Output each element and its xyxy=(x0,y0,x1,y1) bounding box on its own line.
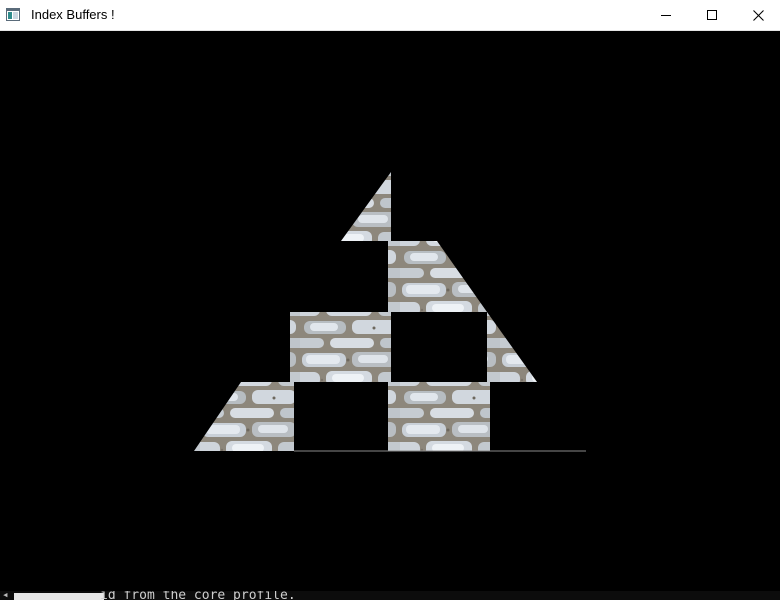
console-glyph-icon: ◂ xyxy=(2,591,9,600)
console-scrollbar[interactable] xyxy=(14,593,104,600)
app-window: Index Buffers ! ◂ id from the core profi… xyxy=(0,0,780,600)
maximize-button[interactable] xyxy=(689,0,735,30)
textured-tile-middle-left xyxy=(290,312,391,382)
render-viewport[interactable] xyxy=(0,31,780,591)
textured-triangle-top xyxy=(341,172,391,241)
window-title: Index Buffers ! xyxy=(31,7,115,22)
textured-tile-lower-left xyxy=(194,382,294,451)
close-icon xyxy=(752,9,764,21)
minimize-button[interactable] xyxy=(643,0,689,30)
console-window-strip: ◂ id from the core profile. xyxy=(0,591,780,600)
title-bar[interactable]: Index Buffers ! xyxy=(0,0,780,31)
textured-tile-middle-right xyxy=(487,312,537,382)
opengl-window-icon xyxy=(6,8,20,21)
textured-tile-upper-right xyxy=(388,241,487,312)
textured-tile-lower-center xyxy=(388,382,490,451)
rendered-scene xyxy=(194,172,586,452)
close-button[interactable] xyxy=(735,0,780,30)
minimize-icon xyxy=(661,15,671,16)
console-output-text: id from the core profile. xyxy=(100,591,296,600)
maximize-icon xyxy=(707,10,717,20)
